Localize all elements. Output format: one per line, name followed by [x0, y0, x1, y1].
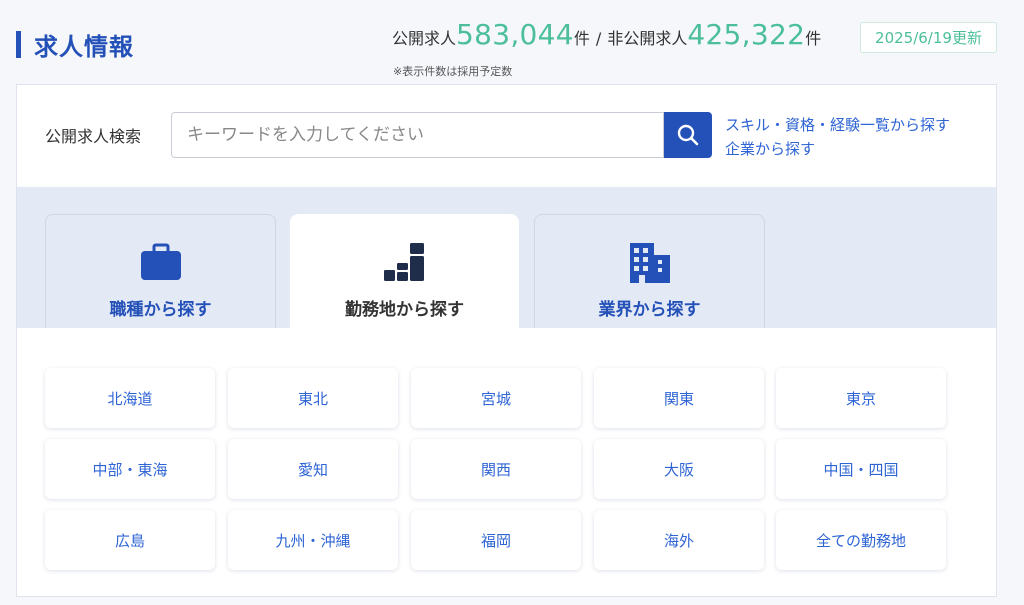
- count-note: ※表示件数は採用予定数: [393, 65, 513, 78]
- private-jobs-count: 425,322: [687, 18, 806, 51]
- region-button-tohoku[interactable]: 東北: [228, 368, 398, 428]
- region-button-tokyo[interactable]: 東京: [776, 368, 946, 428]
- region-button-aichi[interactable]: 愛知: [228, 439, 398, 499]
- search-button[interactable]: [664, 112, 712, 158]
- private-jobs-unit: 件: [805, 29, 822, 48]
- search-label: 公開求人検索: [45, 127, 142, 146]
- page-title-wrap: 求人情報: [16, 27, 134, 62]
- public-jobs-label: 公開求人: [392, 29, 457, 48]
- search-input[interactable]: [173, 114, 661, 156]
- header: 求人情報 公開求人 583,044 件 / 非公開求人 425,322 件 20…: [0, 0, 1024, 84]
- public-jobs-unit: 件: [573, 29, 590, 48]
- keyword-search-row: 公開求人検索 スキル・資格・経験一覧から探す 企業から探す: [17, 85, 996, 187]
- tab-location-label: 勤務地から探す: [345, 300, 464, 320]
- region-grid: 北海道 東北 宮城 関東 東京 中部・東海 愛知 関西 大阪 中国・四国 広島 …: [17, 328, 996, 596]
- region-button-kyushu-okinawa[interactable]: 九州・沖縄: [228, 510, 398, 570]
- search-box: [171, 112, 664, 158]
- search-tabs: 職種から探す 勤務地から探す 業界から探す: [17, 187, 996, 328]
- tab-job-type-label: 職種から探す: [109, 300, 212, 320]
- public-jobs-count: 583,044: [456, 18, 574, 51]
- region-button-hokkaido[interactable]: 北海道: [45, 368, 215, 428]
- count-separator: /: [595, 29, 602, 48]
- region-button-kanto[interactable]: 関東: [594, 368, 764, 428]
- tab-job-type[interactable]: 職種から探す: [45, 214, 276, 328]
- location-blocks-icon: [383, 243, 424, 281]
- tab-location[interactable]: 勤務地から探す: [290, 214, 519, 328]
- search-icon: [677, 124, 699, 146]
- page-title: 求人情報: [34, 33, 134, 61]
- job-counts: 公開求人 583,044 件 / 非公開求人 425,322 件: [392, 18, 821, 51]
- private-jobs-label: 非公開求人: [607, 29, 688, 48]
- region-button-kansai[interactable]: 関西: [411, 439, 581, 499]
- updated-date-badge: 2025/6/19更新: [860, 22, 997, 53]
- tab-industry[interactable]: 業界から探す: [534, 214, 765, 328]
- region-button-osaka[interactable]: 大阪: [594, 439, 764, 499]
- tab-industry-label: 業界から探す: [598, 300, 701, 320]
- briefcase-icon: [140, 243, 181, 280]
- region-button-fukuoka[interactable]: 福岡: [411, 510, 581, 570]
- search-panel: 公開求人検索 スキル・資格・経験一覧から探す 企業から探す 職種から探す: [16, 84, 997, 597]
- title-accent-bar: [16, 31, 21, 58]
- building-icon: [629, 243, 670, 283]
- region-button-chubu-tokai[interactable]: 中部・東海: [45, 439, 215, 499]
- company-search-link[interactable]: 企業から探す: [725, 138, 815, 159]
- region-button-overseas[interactable]: 海外: [594, 510, 764, 570]
- region-button-miyagi[interactable]: 宮城: [411, 368, 581, 428]
- skills-list-link[interactable]: スキル・資格・経験一覧から探す: [725, 114, 950, 135]
- region-button-hiroshima[interactable]: 広島: [45, 510, 215, 570]
- region-button-all[interactable]: 全ての勤務地: [776, 510, 946, 570]
- region-button-chugoku-shikoku[interactable]: 中国・四国: [776, 439, 946, 499]
